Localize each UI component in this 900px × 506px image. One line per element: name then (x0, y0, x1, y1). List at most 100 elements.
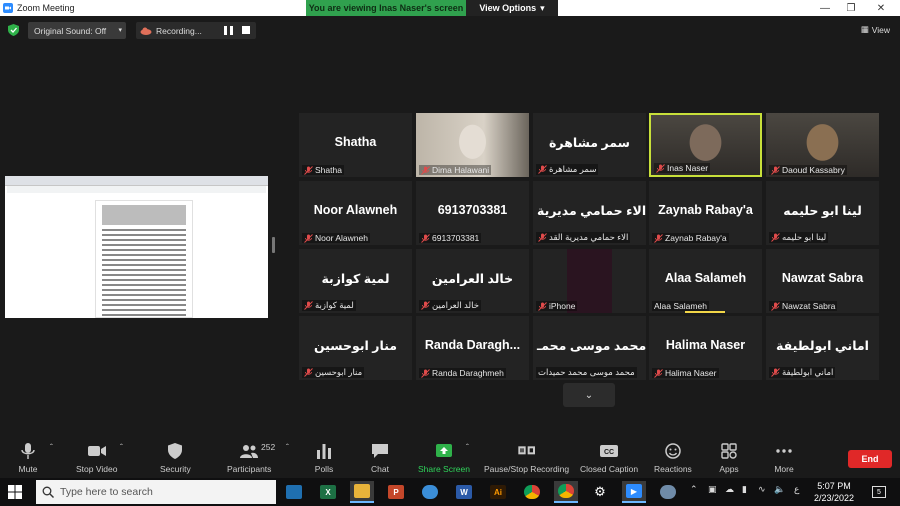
participant-tile[interactable]: لينا ابو حليمه لينا ابو حليمه (766, 181, 879, 245)
stop-recording-icon[interactable] (242, 26, 250, 34)
split-view-handle[interactable] (272, 237, 275, 253)
reactions-button[interactable]: Reactions (654, 442, 692, 474)
participant-tile[interactable]: Daoud Kassabry (766, 113, 879, 177)
view-button[interactable]: ▦ View (861, 24, 890, 35)
participant-name-label: Halima Naser (652, 368, 719, 378)
end-meeting-button[interactable]: End (848, 450, 892, 468)
closed-caption-button[interactable]: CC Closed Caption (580, 442, 638, 474)
participant-name-label: لمية كوازبة (302, 300, 356, 311)
participant-tile[interactable]: Dima Halawani (416, 113, 529, 177)
taskbar-app-chrome[interactable] (520, 481, 544, 503)
taskbar-app-zoom[interactable]: ▶ (622, 481, 646, 503)
participant-tile[interactable]: Inas Naser (649, 113, 762, 177)
participant-name-label: Randa Daraghmeh (419, 368, 506, 378)
participant-tile[interactable]: اماني ابولطيفة اماني ابولطيفة (766, 316, 879, 380)
tray-onedrive-icon[interactable]: ☁ (725, 484, 734, 495)
taskbar-app-settings[interactable]: ⚙ (588, 481, 612, 503)
taskbar-app-other[interactable] (656, 481, 680, 503)
participant-tile[interactable]: Shatha Shatha (299, 113, 412, 177)
notification-center-icon[interactable]: 5 (872, 486, 886, 498)
participant-tile[interactable]: لمية كوازبة لمية كوازبة (299, 249, 412, 313)
chat-button[interactable]: Chat (370, 442, 390, 474)
gear-icon: ⚙ (594, 484, 606, 499)
stop-video-button[interactable]: Stop Video (76, 442, 117, 474)
participant-tile[interactable]: سمر مشاهرة سمر مشاهرة (533, 113, 646, 177)
participant-name-label: iPhone (536, 301, 578, 311)
mic-muted-icon (771, 233, 780, 242)
participant-display-name: Shatha (334, 135, 377, 149)
taskbar-app-powerpoint[interactable]: P (384, 481, 408, 503)
video-options-caret[interactable]: ˆ (120, 442, 123, 452)
taskbar-clock[interactable]: 5:07 PM 2/23/2022 (808, 480, 860, 504)
participant-tile[interactable]: الاء حمامي مديرية الاء حمامي مديرية القد (533, 181, 646, 245)
participant-name-label: Noor Alawneh (302, 233, 370, 243)
chevron-down-icon: ⌄ (584, 389, 594, 401)
participants-options-caret[interactable]: ˆ (286, 442, 289, 452)
chat-bubble-icon (372, 444, 388, 458)
gallery-next-page-button[interactable]: ⌄ (563, 383, 615, 407)
globe-icon (422, 485, 438, 499)
mic-muted-icon (654, 233, 663, 243)
restore-icon[interactable]: ❐ (836, 0, 866, 16)
participant-tile[interactable]: Noor Alawneh Noor Alawneh (299, 181, 412, 245)
mic-muted-icon (421, 165, 430, 175)
apps-button[interactable]: Apps (719, 442, 739, 474)
input-language-indicator[interactable]: ع (794, 484, 799, 495)
participant-tile[interactable]: Nawzat Sabra Nawzat Sabra (766, 249, 879, 313)
security-shield-icon (168, 443, 183, 459)
taskbar-app-illustrator[interactable]: Ai (486, 481, 510, 503)
shared-screen[interactable] (5, 176, 268, 318)
taskbar-app-excel[interactable]: X (316, 481, 340, 503)
original-sound-button[interactable]: Original Sound: Off ▾ (28, 22, 126, 39)
cc-icon: CC (600, 445, 619, 457)
taskbar-search-box[interactable]: Type here to search (36, 480, 276, 504)
mic-muted-icon (304, 301, 313, 310)
participant-display-name: لينا ابو حليمه (783, 204, 862, 218)
pause-stop-recording-button[interactable]: Pause/Stop Recording (484, 442, 569, 474)
participant-tile[interactable]: Randa Daragh... Randa Daraghmeh (416, 316, 529, 380)
clock-date: 2/23/2022 (813, 493, 855, 503)
tray-volume-icon[interactable]: 🔈 (774, 484, 785, 495)
mic-muted-icon (538, 165, 547, 174)
share-screen-button[interactable]: Share Screen (418, 442, 470, 474)
excel-icon: X (320, 485, 336, 499)
polls-button[interactable]: Polls (314, 442, 334, 474)
view-options-button[interactable]: View Options ▾ (466, 0, 558, 16)
taskbar-app-word[interactable]: W (452, 481, 476, 503)
windows-start-icon[interactable] (8, 485, 22, 499)
chevron-down-icon[interactable]: ▾ (118, 26, 122, 34)
talking-indicator (685, 311, 725, 313)
audio-options-caret[interactable]: ˆ (50, 442, 53, 452)
participant-tile[interactable]: Zaynab Rabay'a Zaynab Rabay'a (649, 181, 762, 245)
clock-time: 5:07 PM (817, 481, 851, 491)
close-icon[interactable]: ✕ (866, 0, 896, 16)
participant-name-label: Daoud Kassabry (769, 165, 847, 175)
pause-recording-icon[interactable] (224, 26, 233, 35)
meeting-top-bar: Original Sound: Off ▾ Recording... ▦ Vie… (0, 16, 900, 42)
more-dots-icon (776, 449, 792, 453)
encryption-shield-icon[interactable] (8, 24, 19, 36)
participant-tile[interactable]: خالد العرامين خالد العرامين (416, 249, 529, 313)
more-button[interactable]: More (774, 442, 794, 474)
participant-tile[interactable]: Alaa Salameh Alaa Salameh (649, 249, 762, 313)
taskbar-app-browser[interactable] (418, 481, 442, 503)
participant-tile[interactable]: 6913703381 6913703381 (416, 181, 529, 245)
participant-tile[interactable]: منار ابوحسين منار ابوحسين (299, 316, 412, 380)
participant-tile[interactable]: Halima Naser Halima Naser (649, 316, 762, 380)
participant-name-label: Shatha (302, 165, 344, 175)
taskbar-app-taskview[interactable] (282, 481, 306, 503)
word-icon: W (456, 485, 472, 499)
tray-battery-icon[interactable]: ▮ (742, 484, 747, 495)
tray-wifi-icon[interactable]: ∿ (758, 484, 766, 495)
tray-tablet-icon[interactable]: ▣ (708, 484, 717, 495)
tray-overflow-icon[interactable]: ⌃ (690, 484, 698, 495)
share-options-caret[interactable]: ˆ (466, 442, 469, 452)
participant-tile[interactable]: محمد موسى محمـ... محمد موسى محمد حميدات (533, 316, 646, 380)
mute-button[interactable]: Mute (18, 442, 38, 474)
mic-muted-icon (538, 233, 547, 242)
security-button[interactable]: Security (160, 442, 191, 474)
participant-tile[interactable]: iPhone (533, 249, 646, 313)
taskbar-app-file-explorer[interactable] (350, 481, 374, 503)
taskbar-app-chrome-2[interactable] (554, 481, 578, 503)
participant-display-name: الاء حمامي مديرية (537, 204, 646, 218)
